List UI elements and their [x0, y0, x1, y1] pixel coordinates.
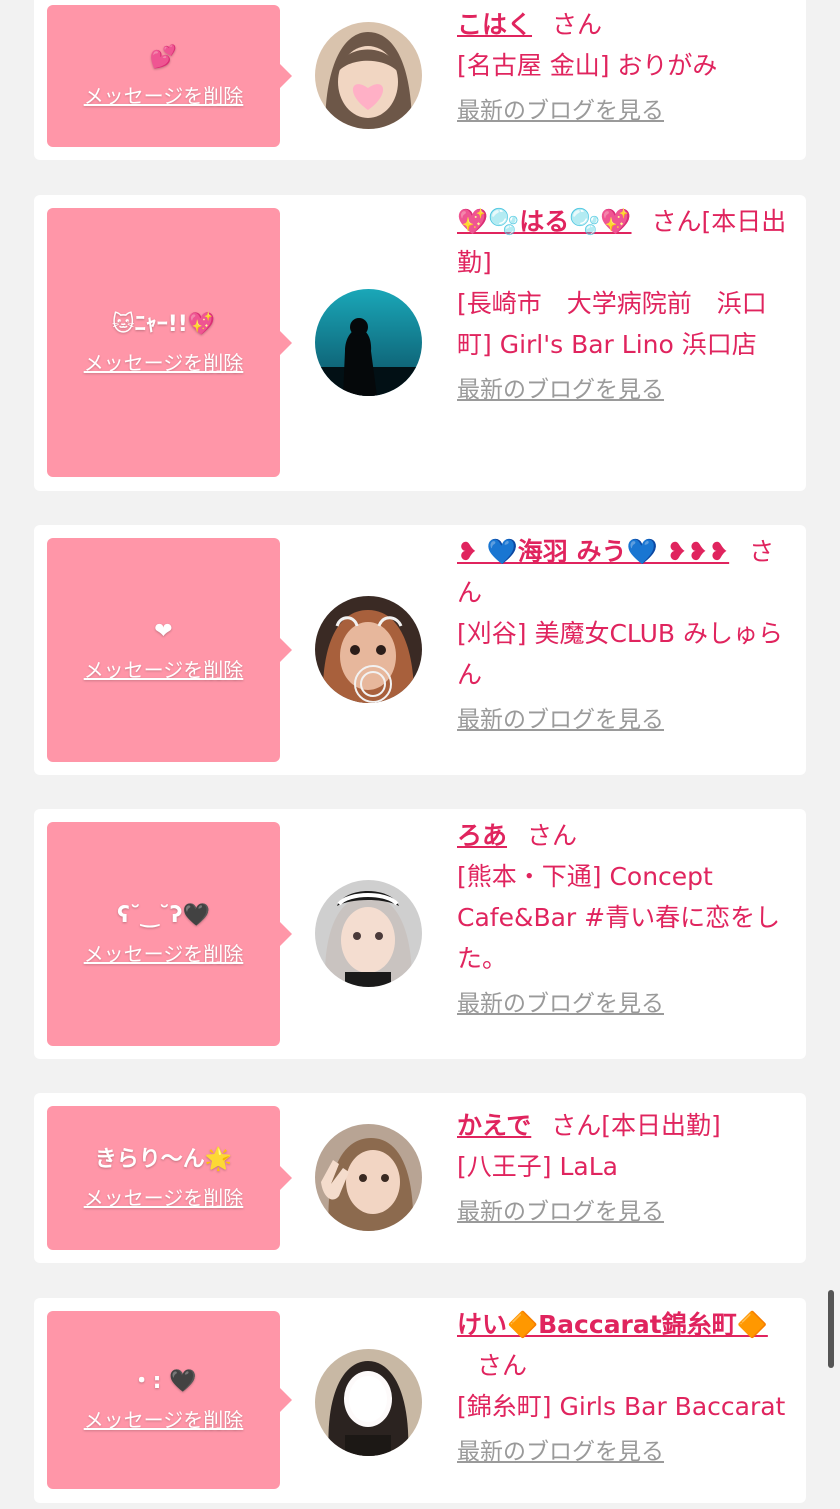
- message-text: 🐱ﾆｬｰ!!💖: [111, 311, 216, 337]
- avatar-maid-headdress-icon: [315, 880, 422, 987]
- avatar-cat-filter-icon: [315, 596, 422, 703]
- honorific: さん: [477, 1351, 528, 1380]
- latest-blog-link[interactable]: 最新のブログを見る: [457, 1437, 664, 1467]
- message-text: きらり〜ん🌟: [94, 1147, 233, 1172]
- message-list: 💕 メッセージを削除 こはく さん [名古屋 金山] おりがみ 最新のブログを見る…: [0, 0, 840, 1509]
- girl-name-link[interactable]: かえで: [457, 1111, 531, 1140]
- name-line: ❥ 💙海羽 みう💙 ❥❥❥ さん: [457, 531, 795, 613]
- delete-message-link[interactable]: メッセージを削除: [84, 351, 244, 375]
- delete-message-link[interactable]: メッセージを削除: [84, 942, 244, 966]
- latest-blog-link[interactable]: 最新のブログを見る: [457, 989, 664, 1019]
- message-bubble: ʕ˘‿˘ʔ🖤 メッセージを削除: [47, 822, 292, 1046]
- latest-blog-link[interactable]: 最新のブログを見る: [457, 705, 664, 735]
- girl-name-link[interactable]: ❥ 💙海羽 みう💙 ❥❥❥: [457, 537, 729, 566]
- avatar-hair-blurred-heart-icon: [315, 22, 422, 129]
- honorific: さん: [552, 10, 603, 39]
- girl-info: ❥ 💙海羽 みう💙 ❥❥❥ さん [刈谷] 美魔女CLUB みしゅらん 最新のブロ…: [457, 531, 795, 739]
- message-bubble: 🐱ﾆｬｰ!!💖 メッセージを削除: [47, 208, 292, 477]
- message-text: ❤: [154, 619, 173, 644]
- message-card: ʕ˘‿˘ʔ🖤 メッセージを削除 ろあ さん [熊本・下通] Concept Caf…: [34, 809, 806, 1059]
- girl-info: 💖🫧はる🫧💖 さん[本日出勤] [長崎市 大学病院前 浜口町] Girl's Ba…: [457, 201, 795, 409]
- shop-name: [刈谷] 美魔女CLUB みしゅらん: [457, 619, 783, 689]
- name-line: けい🔶Baccarat錦糸町🔶 さん: [457, 1304, 795, 1386]
- delete-message-link[interactable]: メッセージを削除: [84, 1186, 244, 1210]
- honorific: さん: [551, 1111, 602, 1140]
- name-line: ろあ さん: [457, 815, 795, 856]
- message-bubble: ❤ メッセージを削除: [47, 538, 292, 762]
- girl-name-link[interactable]: こはく: [457, 10, 532, 39]
- shop-name: [錦糸町] Girls Bar Baccarat: [457, 1392, 786, 1421]
- shop-name: [長崎市 大学病院前 浜口町] Girl's Bar Lino 浜口店: [457, 289, 767, 359]
- message-card: ・: 🖤 メッセージを削除 けい🔶Baccarat錦糸町🔶 さん [錦糸町] Gi…: [34, 1298, 806, 1503]
- girl-info: かえで さん[本日出勤] [八王子] LaLa 最新のブログを見る: [457, 1105, 795, 1231]
- honorific: さん: [651, 207, 702, 236]
- avatar[interactable]: [315, 1349, 422, 1456]
- message-card: ❤ メッセージを削除 ❥ 💙海羽 みう💙 ❥❥❥ さん [刈谷] 美魔女CLUB …: [34, 525, 806, 775]
- scrollbar[interactable]: [828, 1290, 834, 1368]
- girl-info: けい🔶Baccarat錦糸町🔶 さん [錦糸町] Girls Bar Baccar…: [457, 1304, 795, 1471]
- delete-message-link[interactable]: メッセージを削除: [84, 84, 244, 108]
- message-text: ・: 🖤: [130, 1369, 197, 1394]
- avatar[interactable]: [315, 22, 422, 129]
- name-line: こはく さん: [457, 4, 795, 45]
- avatar[interactable]: [315, 289, 422, 396]
- avatar-blurred-face-icon: [315, 1349, 422, 1456]
- avatar[interactable]: [315, 596, 422, 703]
- status-badge: [本日出勤]: [601, 1111, 721, 1140]
- delete-message-link[interactable]: メッセージを削除: [84, 658, 244, 682]
- latest-blog-link[interactable]: 最新のブログを見る: [457, 96, 664, 126]
- girl-info: ろあ さん [熊本・下通] Concept Cafe&Bar #青い春に恋をした。…: [457, 815, 795, 1023]
- girl-name-link[interactable]: 💖🫧はる🫧💖: [457, 207, 632, 236]
- shop-name: [八王子] LaLa: [457, 1152, 618, 1181]
- shop-name: [名古屋 金山] おりがみ: [457, 51, 718, 80]
- name-line: 💖🫧はる🫧💖 さん[本日出勤]: [457, 201, 795, 283]
- avatar-peace-sign-icon: [315, 1124, 422, 1231]
- avatar[interactable]: [315, 1124, 422, 1231]
- message-card: きらり〜ん🌟 メッセージを削除 かえで さん[本日出勤] [八王子] LaLa 最…: [34, 1093, 806, 1263]
- message-bubble: ・: 🖤 メッセージを削除: [47, 1311, 292, 1489]
- avatar-aquarium-silhouette-icon: [315, 289, 422, 396]
- name-line: かえで さん[本日出勤]: [457, 1105, 795, 1146]
- girl-name-link[interactable]: ろあ: [457, 821, 507, 850]
- delete-message-link[interactable]: メッセージを削除: [84, 1408, 244, 1432]
- message-text: ʕ˘‿˘ʔ🖤: [117, 903, 210, 928]
- honorific: さん: [527, 821, 578, 850]
- latest-blog-link[interactable]: 最新のブログを見る: [457, 1197, 664, 1227]
- girl-info: こはく さん [名古屋 金山] おりがみ 最新のブログを見る: [457, 4, 795, 130]
- message-bubble: 💕 メッセージを削除: [47, 5, 292, 147]
- message-card: 💕 メッセージを削除 こはく さん [名古屋 金山] おりがみ 最新のブログを見る: [34, 0, 806, 160]
- message-card: 🐱ﾆｬｰ!!💖 メッセージを削除 💖🫧はる🫧💖 さん[本日出勤] [長崎市 大学…: [34, 195, 806, 491]
- message-bubble: きらり〜ん🌟 メッセージを削除: [47, 1106, 292, 1250]
- shop-name: [熊本・下通] Concept Cafe&Bar #青い春に恋をした。: [457, 862, 781, 973]
- latest-blog-link[interactable]: 最新のブログを見る: [457, 375, 664, 405]
- avatar[interactable]: [315, 880, 422, 987]
- girl-name-link[interactable]: けい🔶Baccarat錦糸町🔶: [457, 1310, 768, 1339]
- message-text: 💕: [149, 45, 178, 70]
